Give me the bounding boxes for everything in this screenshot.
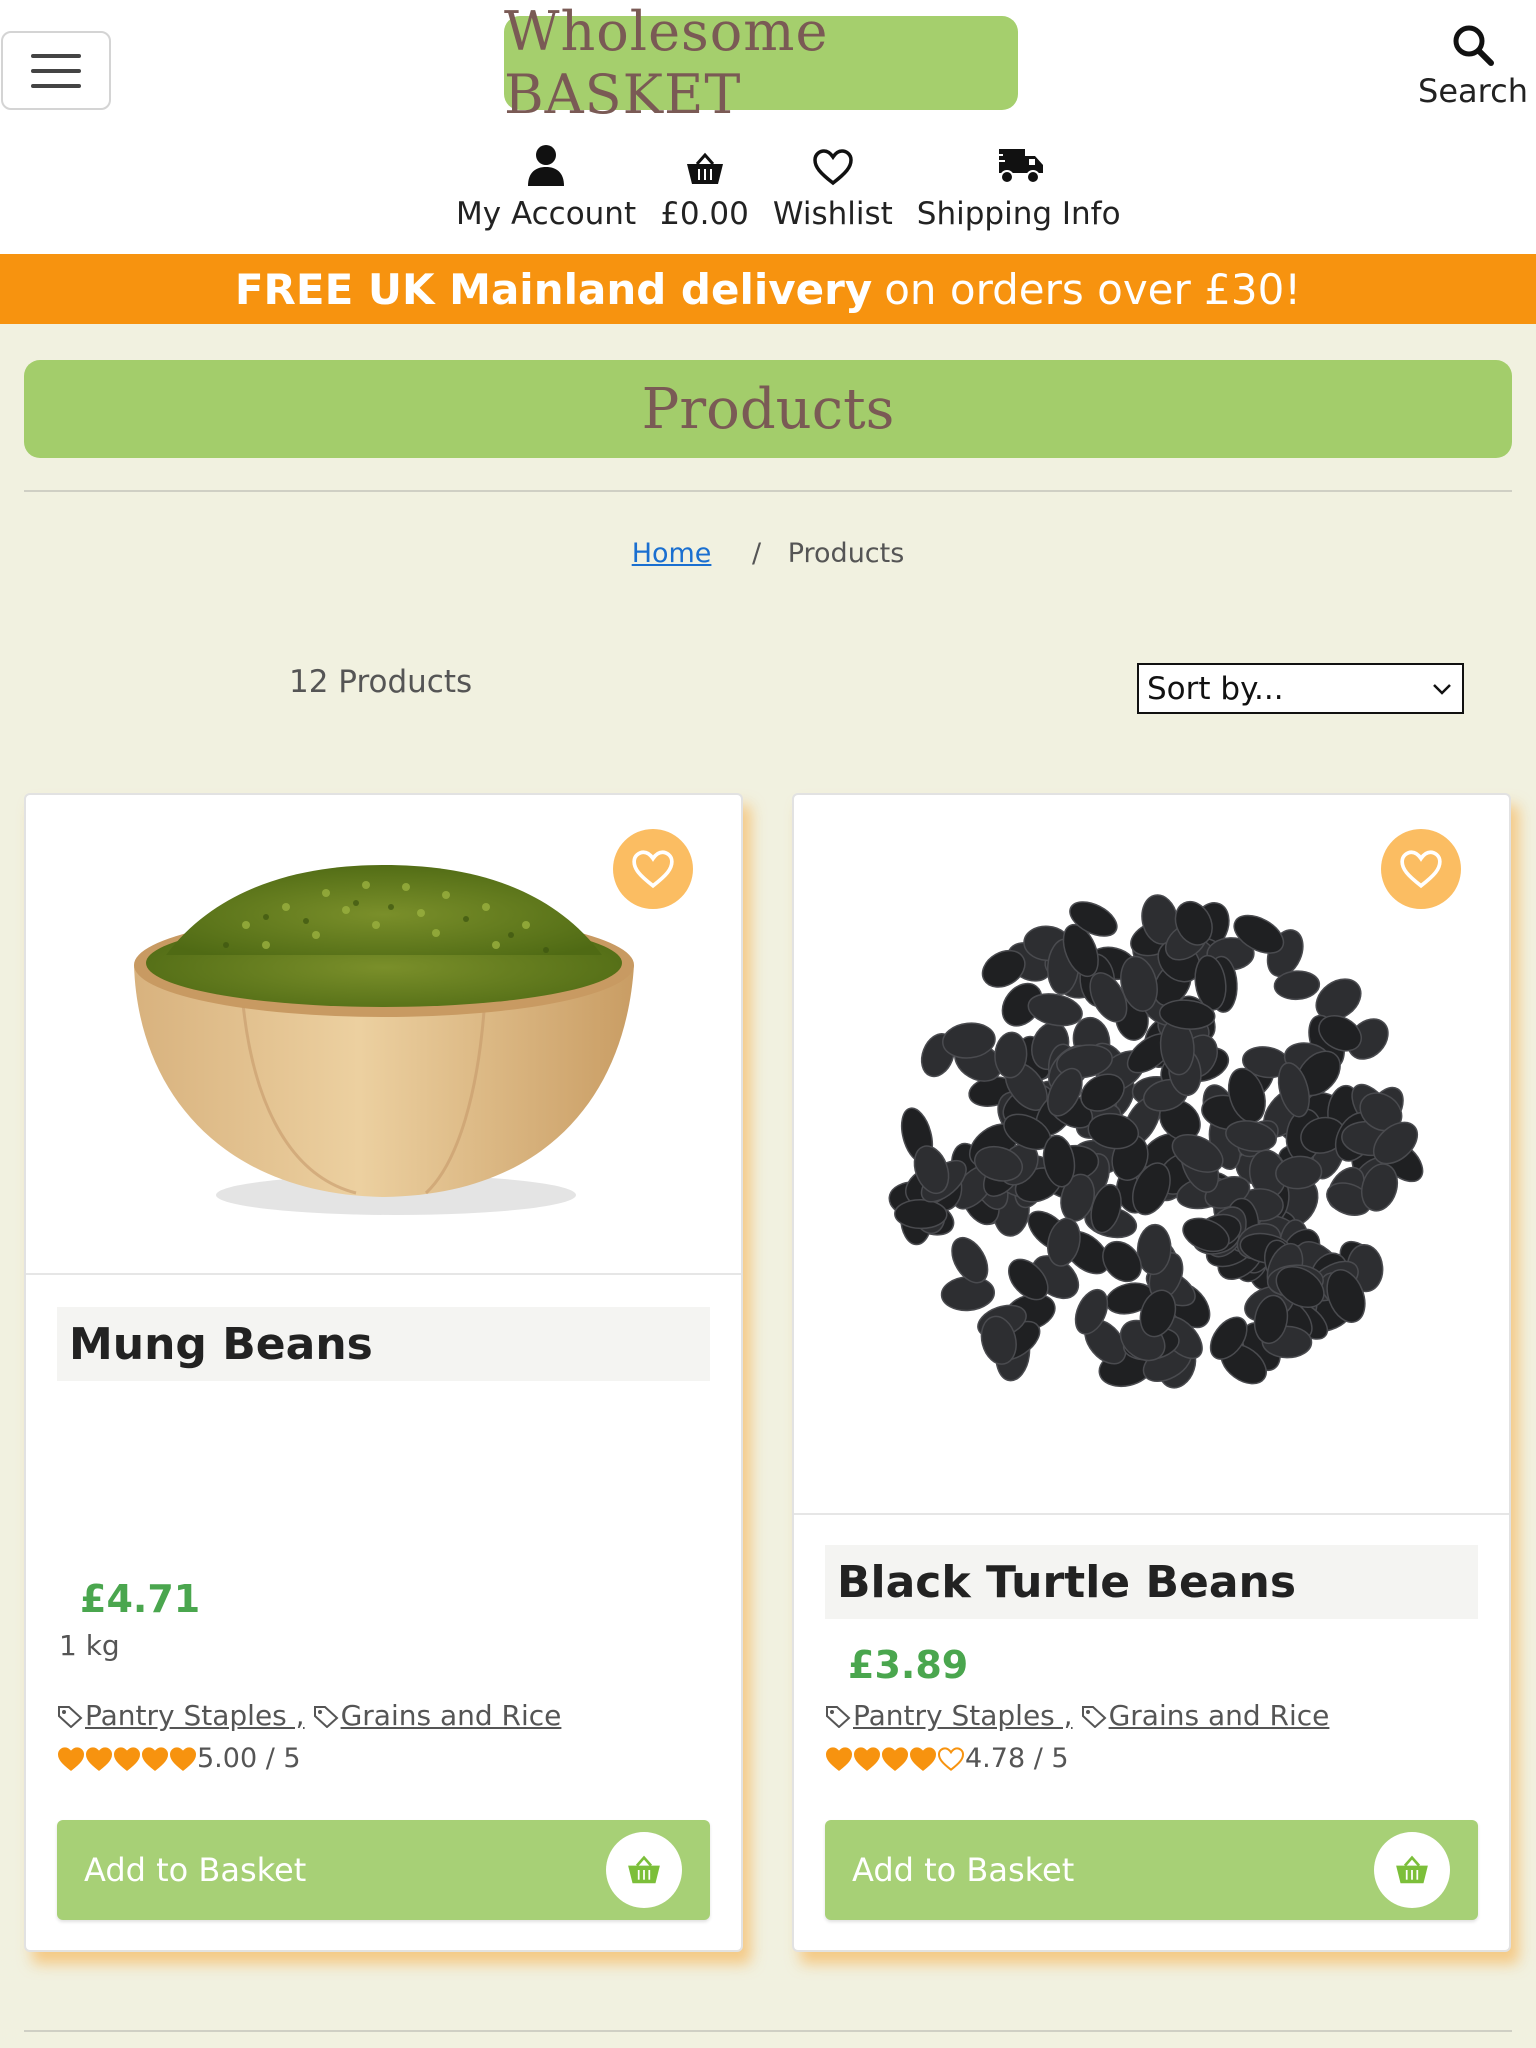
bean-shape — [940, 1275, 996, 1312]
rating-text: 4.78 / 5 — [965, 1743, 1069, 1774]
menu-button[interactable] — [1, 31, 111, 110]
product-count: 12 Products — [289, 664, 473, 700]
heart-icon — [632, 850, 674, 889]
product-tags: Pantry Staples , Grains and Rice — [57, 1699, 561, 1732]
filled-heart-icon — [909, 1746, 937, 1771]
breadcrumb-home-link[interactable]: Home — [632, 538, 712, 569]
product-tags: Pantry Staples , Grains and Rice — [825, 1699, 1329, 1732]
site-header: Wholesome BASKET Search My Account £0.00 — [0, 0, 1536, 254]
heart-icon — [1400, 850, 1442, 889]
tag-link[interactable]: Grains and Rice — [1109, 1699, 1330, 1732]
filled-heart-icon — [85, 1746, 113, 1771]
rating-hearts — [825, 1746, 965, 1772]
breadcrumb: Home / Products — [0, 538, 1536, 569]
tag-icon — [58, 1705, 83, 1728]
tag-icon — [826, 1705, 851, 1728]
empty-heart-icon — [937, 1746, 965, 1771]
tag-link[interactable]: Pantry Staples , — [85, 1699, 305, 1732]
nav-my-account[interactable]: My Account — [456, 144, 636, 232]
filled-heart-icon — [853, 1746, 881, 1771]
delivery-banner: FREE UK Mainland delivery on orders over… — [0, 254, 1536, 324]
filled-heart-icon — [881, 1746, 909, 1771]
add-to-basket-label: Add to Basket — [852, 1851, 1075, 1889]
product-rating: 5.00 / 5 — [57, 1743, 301, 1774]
product-price: £4.71 — [80, 1577, 201, 1621]
product-price: £3.89 — [848, 1643, 969, 1687]
sort-value: Sort by... — [1147, 670, 1284, 707]
basket-icon — [686, 152, 723, 184]
banner-text: on orders over £30! — [884, 264, 1302, 314]
nav-label: My Account — [456, 196, 637, 232]
product-card: Mung Beans £4.71 1 kg Pantry Staples , G… — [24, 793, 743, 1952]
search-button[interactable]: Search — [1418, 24, 1528, 110]
breadcrumb-current: Products — [787, 538, 905, 569]
product-name[interactable]: Black Turtle Beans — [825, 1545, 1478, 1619]
nav-basket-total[interactable]: £0.00 — [660, 152, 749, 232]
add-to-basket-button[interactable]: Add to Basket — [57, 1820, 710, 1920]
basket-icon-circle — [606, 1832, 682, 1908]
filled-heart-icon — [141, 1746, 169, 1771]
filled-heart-icon — [825, 1746, 853, 1771]
nav-label: Shipping Info — [916, 196, 1121, 232]
product-name[interactable]: Mung Beans — [57, 1307, 710, 1381]
banner-bold-text: FREE UK Mainland delivery — [234, 264, 873, 314]
nav-label: Wishlist — [772, 196, 893, 232]
tag-link[interactable]: Grains and Rice — [341, 1699, 562, 1732]
nav-shipping-info[interactable]: Shipping Info — [917, 146, 1121, 232]
divider — [24, 490, 1512, 492]
basket-icon — [628, 1855, 660, 1884]
add-to-basket-button[interactable]: Add to Basket — [825, 1820, 1478, 1920]
tag-icon — [313, 1705, 339, 1728]
page-title: Products — [24, 360, 1512, 458]
basket-icon — [1396, 1855, 1428, 1884]
product-card: Black Turtle Beans £3.89 Pantry Staples … — [792, 793, 1511, 1952]
wishlist-button[interactable] — [613, 829, 693, 909]
tag-link[interactable]: Pantry Staples , — [853, 1699, 1073, 1732]
rating-hearts — [57, 1746, 197, 1772]
add-to-basket-label: Add to Basket — [84, 1851, 307, 1889]
header-nav: My Account £0.00 Wishlist Shipping Info — [456, 132, 1121, 232]
hamburger-icon — [31, 53, 81, 88]
product-rating: 4.78 / 5 — [825, 1743, 1069, 1774]
sort-select[interactable]: Sort by... — [1137, 663, 1464, 714]
filled-heart-icon — [113, 1746, 141, 1771]
user-icon — [528, 145, 565, 186]
search-icon — [1453, 25, 1494, 66]
breadcrumb-separator: / — [752, 538, 762, 569]
filled-heart-icon — [57, 1746, 85, 1771]
search-label: Search — [1418, 72, 1528, 110]
basket-icon-circle — [1374, 1832, 1450, 1908]
product-weight: 1 kg — [59, 1629, 120, 1662]
divider — [24, 2030, 1512, 2032]
rating-text: 5.00 / 5 — [197, 1743, 301, 1774]
heart-icon — [813, 149, 853, 186]
tag-icon — [1081, 1705, 1107, 1728]
chevron-down-icon — [1433, 683, 1451, 695]
wishlist-button[interactable] — [1381, 829, 1461, 909]
truck-icon — [992, 149, 1043, 184]
site-logo[interactable]: Wholesome BASKET — [504, 0, 1018, 126]
nav-wishlist[interactable]: Wishlist — [773, 148, 893, 232]
filled-heart-icon — [169, 1746, 197, 1771]
nav-label: £0.00 — [660, 196, 749, 232]
bean-shape — [894, 1199, 948, 1230]
